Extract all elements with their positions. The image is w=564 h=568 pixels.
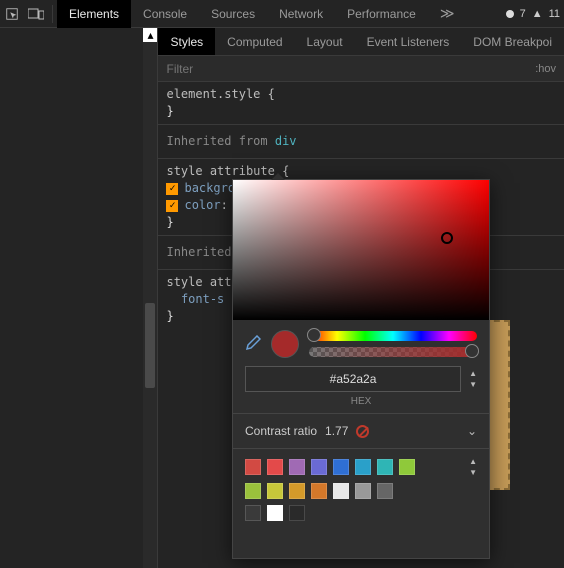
tab-elements[interactable]: Elements [57, 0, 131, 28]
hue-thumb[interactable] [307, 328, 321, 342]
tab-sources[interactable]: Sources [199, 0, 267, 28]
warn-count: 11 [549, 8, 560, 20]
hex-label: HEX [233, 396, 489, 413]
hov-toggle[interactable]: :hov [535, 63, 556, 75]
prop-bg-checkbox[interactable]: ✓ [166, 183, 178, 195]
error-dot-icon [506, 10, 514, 18]
tab-more[interactable]: ≫ [428, 0, 467, 28]
scroll-up-icon[interactable]: ▴ [143, 28, 157, 42]
palette-swatch[interactable] [289, 505, 305, 521]
prop-color-checkbox[interactable]: ✓ [166, 200, 178, 212]
prop-font-short[interactable]: font-s [181, 292, 224, 306]
palette-swatch[interactable] [399, 459, 415, 475]
popover-arrow-icon [271, 173, 285, 180]
subtab-layout[interactable]: Layout [295, 28, 355, 56]
inherited-from-label: Inherited from [166, 134, 274, 148]
color-picker-popover: #a52a2a ▲▼ HEX Contrast ratio 1.77 ⌄ ▲▼ [232, 179, 490, 559]
palette-swatch[interactable] [333, 483, 349, 499]
prop-color-name[interactable]: color [184, 198, 220, 212]
contrast-expand-icon[interactable]: ⌄ [467, 424, 477, 438]
dom-scrollbar[interactable]: ▴ [143, 28, 157, 568]
device-mode-icon[interactable] [24, 0, 48, 28]
inspect-icon[interactable] [0, 0, 24, 28]
saturation-value-area[interactable] [233, 180, 489, 320]
palette-swatch[interactable] [311, 483, 327, 499]
hex-input[interactable]: #a52a2a [245, 366, 461, 392]
current-color-swatch[interactable] [271, 330, 299, 358]
tab-performance[interactable]: Performance [335, 0, 428, 28]
palette-swatch[interactable] [377, 459, 393, 475]
palette-swatch[interactable] [289, 459, 305, 475]
palette-swatch[interactable] [245, 459, 261, 475]
palette-swatch[interactable] [289, 483, 305, 499]
palette-swatch[interactable] [267, 505, 283, 521]
palette-swatch[interactable] [355, 459, 371, 475]
contrast-fail-icon [356, 425, 369, 438]
scroll-thumb[interactable] [145, 303, 155, 388]
tab-network[interactable]: Network [267, 0, 335, 28]
palette-swatch[interactable] [333, 459, 349, 475]
palette-page-stepper[interactable]: ▲▼ [469, 457, 477, 477]
warn-icon: ▲ [532, 8, 543, 20]
palette-swatch[interactable] [245, 483, 261, 499]
palette-swatch[interactable] [267, 483, 283, 499]
palette-swatch[interactable] [355, 483, 371, 499]
palette-swatch[interactable] [311, 459, 327, 475]
eyedropper-icon[interactable] [245, 335, 261, 354]
tab-console[interactable]: Console [131, 0, 199, 28]
contrast-label: Contrast ratio [245, 424, 317, 438]
dom-tree-pane[interactable]: ▴ [0, 28, 158, 568]
alpha-thumb[interactable] [465, 344, 479, 358]
subtab-computed[interactable]: Computed [215, 28, 294, 56]
main-tab-bar: Elements Console Sources Network Perform… [57, 0, 466, 28]
format-stepper[interactable]: ▲▼ [469, 369, 477, 389]
sv-cursor[interactable] [441, 232, 453, 244]
filter-input[interactable] [166, 62, 535, 76]
subtab-styles[interactable]: Styles [158, 28, 215, 56]
styles-sub-tabs: Styles Computed Layout Event Listeners D… [158, 28, 564, 56]
subtab-dom-breakpoints[interactable]: DOM Breakpoi [461, 28, 564, 56]
alpha-slider[interactable] [309, 347, 477, 357]
palette-swatch[interactable] [267, 459, 283, 475]
hue-slider[interactable] [309, 331, 477, 341]
subtab-event-listeners[interactable]: Event Listeners [355, 28, 462, 56]
close-brace: } [166, 103, 556, 120]
inherited-from-tag[interactable]: div [275, 134, 297, 148]
element-style-selector[interactable]: element.style { [166, 87, 274, 101]
contrast-value: 1.77 [325, 424, 348, 438]
style-attr-short[interactable]: style att [166, 275, 231, 289]
color-palette: ▲▼ [233, 449, 489, 539]
palette-swatch[interactable] [377, 483, 393, 499]
palette-swatch[interactable] [245, 505, 261, 521]
error-count: 7 [520, 8, 526, 20]
